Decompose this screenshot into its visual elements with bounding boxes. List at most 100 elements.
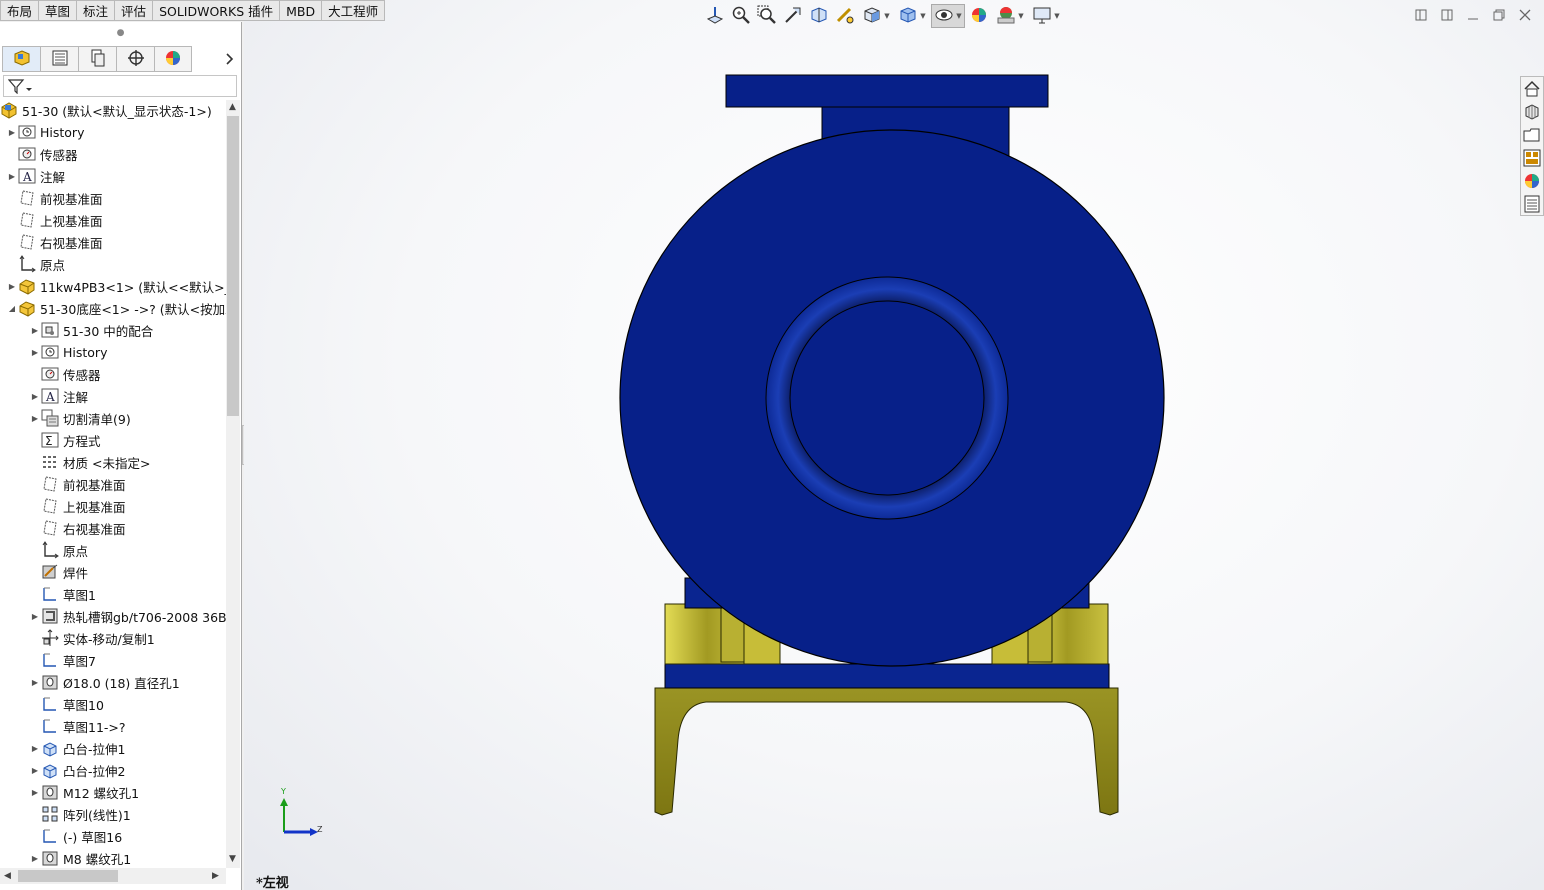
annotation-icon: A <box>18 167 36 185</box>
command-tab-3[interactable]: 评估 <box>115 0 154 21</box>
tree-item[interactable]: 右视基准面 <box>0 517 226 539</box>
annotation-icon: A <box>41 387 59 405</box>
manager-tabs-more-button[interactable] <box>222 48 238 70</box>
extrude-icon <box>41 761 59 779</box>
expand-right-icon[interactable]: ▶ <box>6 121 18 143</box>
tree-item[interactable]: (-) 草图16 <box>0 825 226 847</box>
tree-item[interactable]: 上视基准面 <box>0 209 226 231</box>
tree-item[interactable]: 前视基准面 <box>0 187 226 209</box>
sensor-icon <box>41 365 59 383</box>
tree-vertical-scrollbar[interactable]: ▲ ▼ <box>226 100 240 868</box>
expand-right-icon[interactable]: ▶ <box>29 605 41 627</box>
tree-item[interactable]: 传感器 <box>0 363 226 385</box>
tree-item[interactable]: 上视基准面 <box>0 495 226 517</box>
scroll-thumb-horizontal[interactable] <box>18 870 118 882</box>
tree-item-label: 方程式 <box>63 433 101 449</box>
panel-grip[interactable]: ● <box>0 22 241 44</box>
command-tab-5[interactable]: MBD <box>280 0 323 21</box>
sketch-icon <box>41 585 59 603</box>
tree-item[interactable]: ▶ 凸台-拉伸1 <box>0 737 226 759</box>
command-tab-1[interactable]: 草图 <box>39 0 78 21</box>
tree-item-label: 传感器 <box>63 367 101 383</box>
expand-right-icon[interactable]: ▶ <box>29 385 41 407</box>
tree-item[interactable]: ▶ 凸台-拉伸2 <box>0 759 226 781</box>
scroll-right-icon[interactable]: ▶ <box>212 871 219 881</box>
tree-item[interactable]: 原点 <box>0 539 226 561</box>
filter-icon[interactable] <box>8 78 32 94</box>
command-manager-tabs: 布局 草图 标注 评估 SOLIDWORKS 插件 MBD 大工程师 <box>0 0 386 22</box>
command-tab-0[interactable]: 布局 <box>0 0 40 21</box>
scroll-down-icon[interactable]: ▼ <box>229 854 236 864</box>
origin-icon <box>18 255 36 273</box>
tree-item[interactable]: 前视基准面 <box>0 473 226 495</box>
expand-right-icon[interactable]: ▶ <box>29 671 41 693</box>
origin-icon <box>41 541 59 559</box>
expand-right-icon[interactable]: ▶ <box>6 165 18 187</box>
expand-right-icon[interactable]: ▶ <box>29 737 41 759</box>
tree-item[interactable]: 材质 <未指定> <box>0 451 226 473</box>
display-manager-tab[interactable] <box>154 46 192 72</box>
tree-item-label: 上视基准面 <box>63 499 126 515</box>
tree-item[interactable]: ▶ M8 螺纹孔1 <box>0 847 226 869</box>
tree-item[interactable]: ▶ 11kw4PB3<1> (默认<<默认>_显示状态 1>) <box>0 275 226 297</box>
tree-item[interactable]: 实体-移动/复制1 <box>0 627 226 649</box>
tree-item[interactable]: ◢ 51-30底座<1> ->? (默认<按加工>_显示状态 1>) <box>0 297 226 319</box>
tree-item[interactable]: 51-30 (默认<默认_显示状态-1>) <box>0 99 226 121</box>
tree-item[interactable]: ▶ M12 螺纹孔1 <box>0 781 226 803</box>
tree-item[interactable]: 草图11->? <box>0 715 226 737</box>
crosshair-icon <box>127 49 145 70</box>
manager-tabs <box>2 46 192 72</box>
expand-right-icon[interactable]: ▶ <box>29 759 41 781</box>
scroll-left-icon[interactable]: ◀ <box>4 871 11 881</box>
tree-item[interactable]: 阵列(线性)1 <box>0 803 226 825</box>
tree-item[interactable]: ▶ A 注解 <box>0 165 226 187</box>
pattern-icon <box>41 805 59 823</box>
tree-item[interactable]: ▶ Ø18.0 (18) 直径孔1 <box>0 671 226 693</box>
tree-item[interactable]: 传感器 <box>0 143 226 165</box>
tree-item[interactable]: 草图7 <box>0 649 226 671</box>
tree-horizontal-scrollbar[interactable]: ◀ ▶ <box>0 868 226 884</box>
graphics-area[interactable]: ▼ ▼ ▼ ▼ ▼ Y Z *左视 <box>244 0 1544 890</box>
command-tab-6[interactable]: 大工程师 <box>322 0 386 21</box>
featuremanager-tab[interactable] <box>2 46 40 72</box>
tree-item[interactable]: ▶ A 注解 <box>0 385 226 407</box>
expand-right-icon[interactable]: ▶ <box>29 341 41 363</box>
tree-item[interactable]: ▶ 51-30 中的配合 <box>0 319 226 341</box>
tree-item[interactable]: 草图1 <box>0 583 226 605</box>
scroll-up-icon[interactable]: ▲ <box>229 102 236 112</box>
propertymanager-tab[interactable] <box>40 46 78 72</box>
tree-item[interactable]: 原点 <box>0 253 226 275</box>
tree-item[interactable]: ▶ 热轧槽钢gb/t706-2008 36B <box>0 605 226 627</box>
dimxpert-tab[interactable] <box>116 46 154 72</box>
tree-item[interactable]: 焊件 <box>0 561 226 583</box>
expand-right-icon[interactable]: ▶ <box>29 319 41 341</box>
expand-right-icon[interactable]: ▶ <box>29 781 41 803</box>
command-tab-2[interactable]: 标注 <box>77 0 116 21</box>
chevron-right-icon <box>226 53 234 65</box>
command-tab-4[interactable]: SOLIDWORKS 插件 <box>153 0 281 21</box>
expand-down-icon[interactable]: ◢ <box>6 297 18 319</box>
tree-item[interactable]: 右视基准面 <box>0 231 226 253</box>
tree-item[interactable]: ▶ 切割清单(9) <box>0 407 226 429</box>
configuration-tab[interactable] <box>78 46 116 72</box>
tree-filter[interactable] <box>3 75 237 97</box>
tree-item-label: 实体-移动/复制1 <box>63 631 155 647</box>
model-viewport[interactable]: Y Z <box>244 0 1544 890</box>
scroll-thumb[interactable] <box>227 116 239 416</box>
expand-right-icon[interactable]: ▶ <box>29 847 41 869</box>
tree-item[interactable]: Σ 方程式 <box>0 429 226 451</box>
tree-item[interactable]: ▶ History <box>0 121 226 143</box>
appearance-icon <box>164 49 182 70</box>
tree-item[interactable]: 草图10 <box>0 693 226 715</box>
pump-body[interactable] <box>619 74 1165 667</box>
tree-item[interactable]: ▶ History <box>0 341 226 363</box>
expand-right-icon[interactable]: ▶ <box>29 407 41 429</box>
expand-right-icon[interactable]: ▶ <box>6 275 18 297</box>
